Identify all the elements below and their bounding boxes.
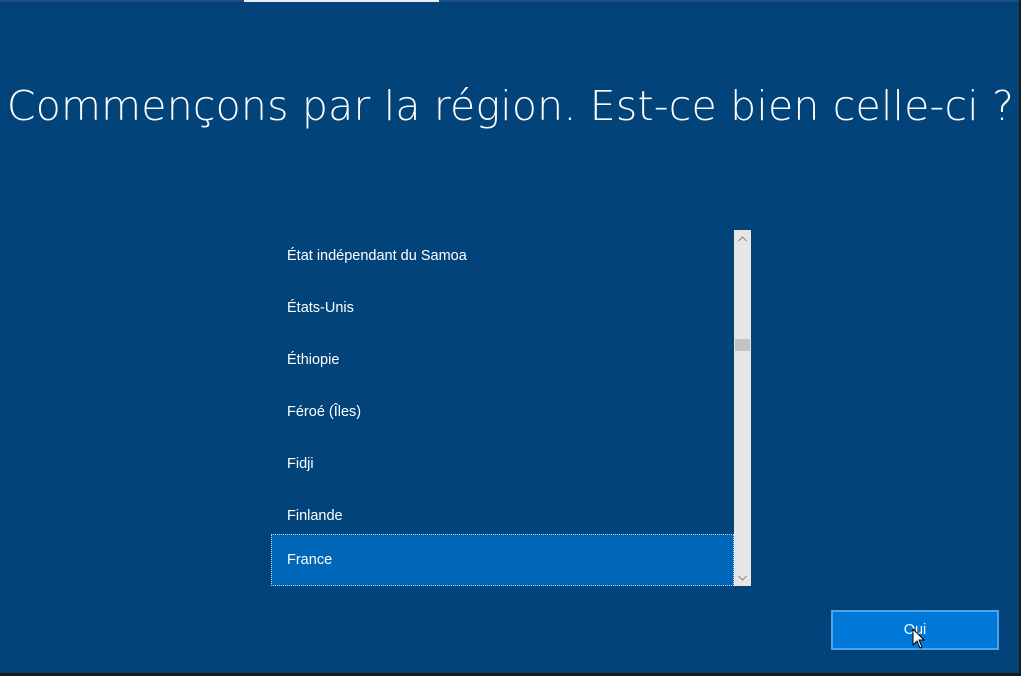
chevron-up-icon[interactable] xyxy=(734,230,751,247)
list-scrollbar[interactable] xyxy=(734,230,751,586)
list-item[interactable]: État indépendant du Samoa xyxy=(271,230,734,282)
list-item-selected[interactable]: France xyxy=(271,534,734,586)
progress-indicator xyxy=(244,0,439,2)
yes-button[interactable]: Oui xyxy=(831,610,999,650)
list-item[interactable]: Fidji xyxy=(271,438,734,490)
chevron-down-icon[interactable] xyxy=(734,569,751,586)
yes-button-label: Oui xyxy=(903,622,927,638)
list-item[interactable]: Éthiopie xyxy=(271,334,734,386)
list-item[interactable]: Féroé (Îles) xyxy=(271,386,734,438)
oobe-region-screen: Commençons par la région. Est-ce bien ce… xyxy=(0,0,1021,676)
page-title: Commençons par la région. Est-ce bien ce… xyxy=(6,82,1015,130)
progress-track xyxy=(0,0,1021,2)
list-item[interactable]: États-Unis xyxy=(271,282,734,334)
scrollbar-thumb[interactable] xyxy=(735,339,750,351)
region-list[interactable]: État indépendant du Samoa États-Unis Éth… xyxy=(271,230,751,586)
